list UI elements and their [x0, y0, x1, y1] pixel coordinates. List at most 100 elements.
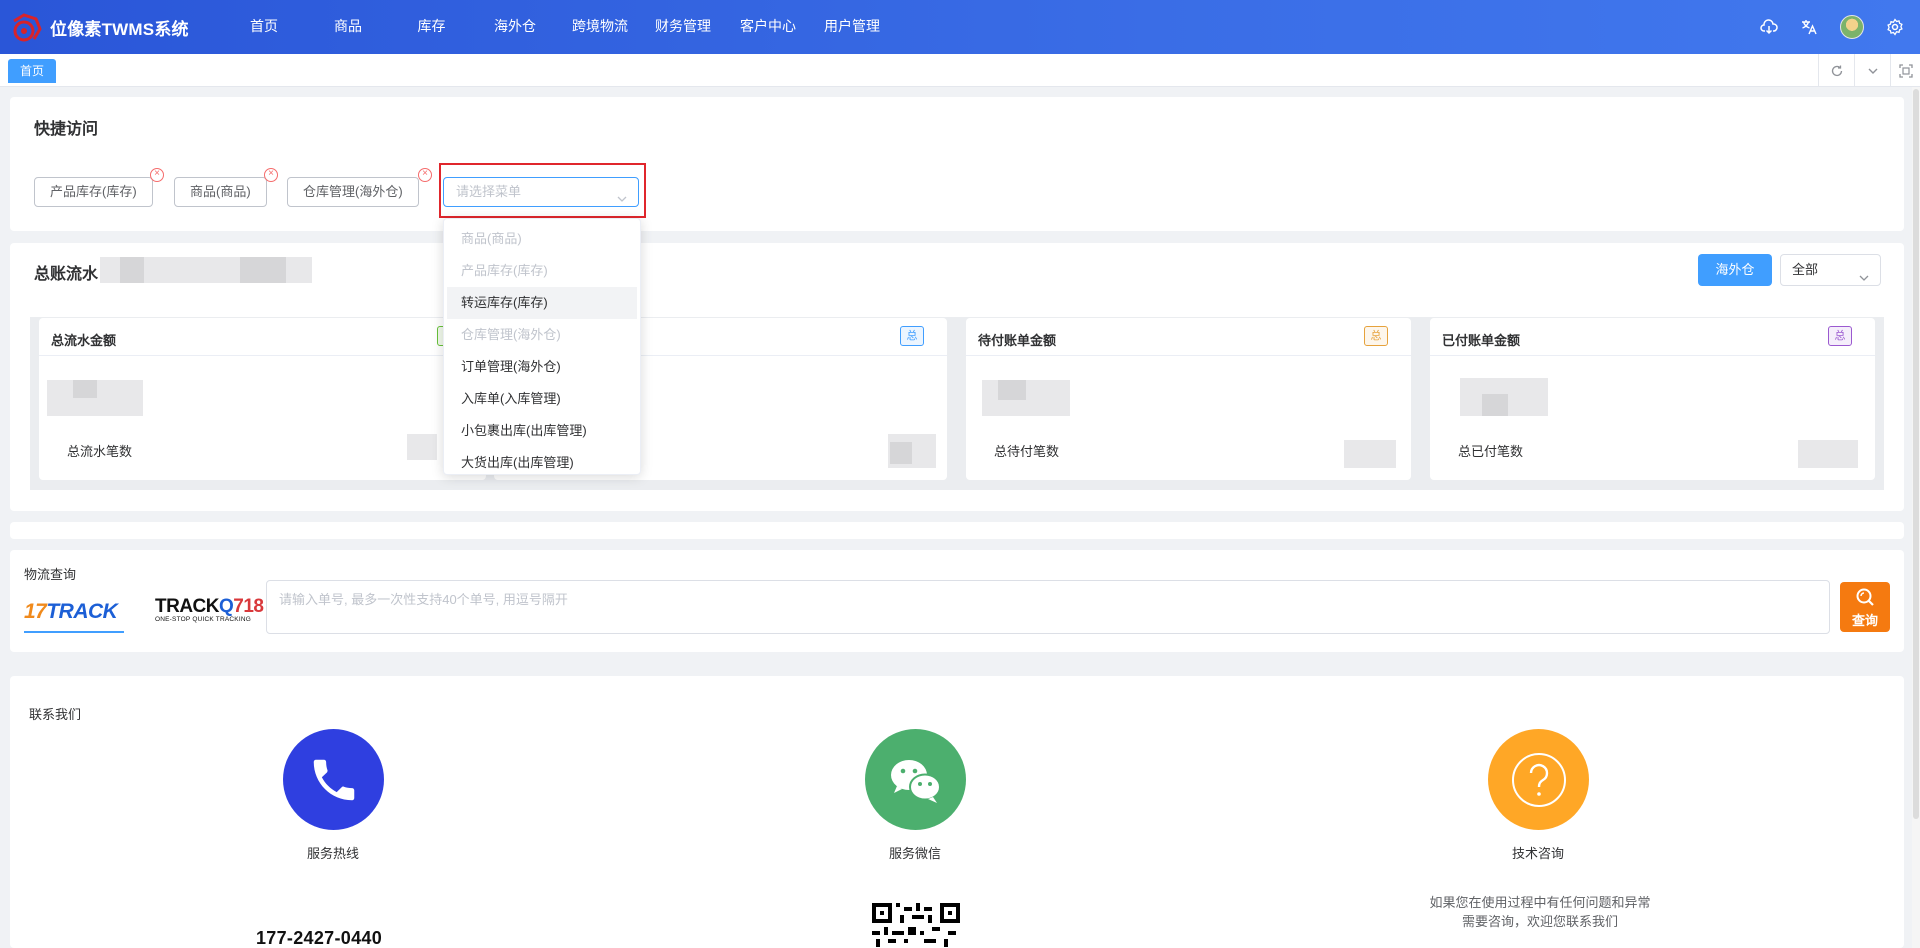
dropdown-option[interactable]: 转运库存(库存) [447, 287, 637, 319]
top-header: 位像素TWMS系统 首页 商品 库存 海外仓 跨境物流 财务管理 客户中心 用户… [0, 0, 1920, 54]
app-logo[interactable]: 位像素TWMS系统 [0, 11, 225, 43]
nav-finance[interactable]: 财务管理 [640, 0, 726, 54]
app-title: 位像素TWMS系统 [50, 19, 189, 39]
dropdown-option: 仓库管理(海外仓) [461, 327, 561, 342]
help-icon [1488, 729, 1589, 830]
redacted-value [1798, 440, 1858, 468]
tab-tools [1818, 54, 1920, 87]
wechat-qr-code [872, 903, 960, 948]
quick-tag-goods[interactable]: 商品(商品) [174, 177, 267, 207]
stat-title: 总流水金额 [51, 333, 117, 348]
tech-support-text-line: 如果您在使用过程中有任何问题和异常 [1429, 895, 1651, 910]
dropdown-option[interactable]: 大货出库(出库管理) [447, 447, 637, 479]
tab-home[interactable]: 首页 [8, 59, 57, 83]
stat-title: 待付账单金额 [978, 333, 1057, 348]
status-badge: 总 [1828, 326, 1852, 346]
logo-icon [13, 13, 42, 42]
menu-dropdown: 商品(商品) 产品库存(库存) 转运库存(库存) 仓库管理(海外仓) 订单管理(… [443, 218, 641, 475]
nav-inventory[interactable]: 库存 [393, 0, 470, 54]
nav-goods[interactable]: 商品 [303, 0, 393, 54]
scrollbar[interactable] [1912, 87, 1920, 948]
nav-user-management[interactable]: 用户管理 [810, 0, 894, 54]
main-nav: 首页 商品 库存 海外仓 跨境物流 财务管理 客户中心 用户管理 [225, 0, 894, 54]
redacted-value [998, 380, 1026, 400]
tracking-input-placeholder: 请输入单号, 最多一次性支持40个单号, 用逗号隔开 [279, 592, 568, 607]
stat-card-pending: 待付账单金额 总 总待付笔数 [966, 318, 1411, 480]
divider [39, 355, 486, 356]
status-badge: 总 [900, 326, 924, 346]
stat-card-paid: 已付账单金额 总 总已付笔数 [1430, 318, 1875, 480]
redacted-value [1482, 394, 1508, 416]
dropdown-option[interactable]: 订单管理(海外仓) [447, 351, 637, 383]
dropdown-option[interactable]: 入库单(入库管理) [447, 383, 637, 415]
stat-title: 已付账单金额 [1442, 333, 1521, 348]
logistics-title: 物流查询 [24, 567, 77, 582]
scrollbar-thumb[interactable] [1913, 89, 1919, 819]
divider [1430, 355, 1875, 356]
refresh-icon[interactable] [1818, 54, 1854, 87]
stat-sub-label: 总流水笔数 [67, 444, 133, 459]
chevron-down-icon [1858, 265, 1870, 295]
provider-17track-label: TRACK [46, 600, 118, 623]
gear-icon[interactable] [1886, 18, 1904, 36]
contact-title: 联系我们 [29, 707, 82, 722]
provider-track718[interactable]: TRACKQ718 ONE-STOP QUICK TRACKING [155, 596, 264, 623]
quick-access-title: 快捷访问 [34, 121, 99, 138]
stat-sub-label: 总已付笔数 [1458, 444, 1524, 459]
tech-support-text: 如果您在使用过程中有任何问题和异常 需要咨询，欢迎您联系我们 [1410, 893, 1670, 931]
nav-customer-center[interactable]: 客户中心 [726, 0, 810, 54]
stat-sub-label: 总待付笔数 [994, 444, 1060, 459]
provider-17track[interactable]: 17TRACK [24, 600, 118, 624]
search-button-label: 查询 [1851, 613, 1878, 628]
cloud-download-icon[interactable] [1760, 18, 1778, 36]
tracking-number-input[interactable]: 请输入单号, 最多一次性支持40个单号, 用逗号隔开 [266, 580, 1830, 634]
redacted-value [407, 434, 437, 460]
hotline-label: 服务热线 [306, 846, 359, 861]
quick-tag-product-inventory[interactable]: 产品库存(库存) [34, 177, 153, 207]
scope-select[interactable]: 全部 [1780, 254, 1881, 286]
nav-overseas-warehouse[interactable]: 海外仓 [470, 0, 560, 54]
overseas-filter-button[interactable]: 海外仓 [1698, 254, 1772, 286]
provider-track718-sub: ONE-STOP QUICK TRACKING [155, 616, 251, 623]
redacted-value [1344, 440, 1396, 468]
fullscreen-icon[interactable] [1890, 54, 1920, 87]
active-provider-underline [24, 631, 124, 633]
divider [966, 355, 1411, 356]
search-icon [1856, 588, 1874, 606]
redacted-block [120, 257, 144, 283]
dropdown-option: 商品(商品) [461, 231, 522, 246]
redacted-block [240, 257, 286, 283]
wechat-icon [865, 729, 966, 830]
close-icon[interactable]: × [418, 168, 432, 182]
tab-bar: 首页 [0, 54, 1920, 87]
header-tools [1760, 0, 1904, 54]
redacted-value [890, 442, 912, 464]
scope-select-value: 全部 [1792, 262, 1819, 277]
close-icon[interactable]: × [264, 168, 278, 182]
redacted-value [982, 380, 1070, 416]
quick-access-card: 快捷访问 [10, 97, 1904, 231]
dropdown-option[interactable]: 小包裹出库(出库管理) [447, 415, 637, 447]
tech-support-label: 技术咨询 [1511, 846, 1564, 861]
status-badge: 总 [1364, 326, 1388, 346]
ledger-title: 总账流水 [34, 266, 99, 283]
nav-home[interactable]: 首页 [225, 0, 303, 54]
avatar[interactable] [1840, 15, 1864, 39]
quick-tag-warehouse-management[interactable]: 仓库管理(海外仓) [287, 177, 419, 207]
tech-support-text-line: 需要咨询，欢迎您联系我们 [1461, 914, 1618, 929]
translate-icon[interactable] [1800, 18, 1818, 36]
tracking-search-button[interactable]: 查询 [1840, 582, 1890, 632]
chevron-down-icon [616, 187, 628, 215]
nav-cross-border-logistics[interactable]: 跨境物流 [560, 0, 640, 54]
dropdown-option: 产品库存(库存) [461, 263, 548, 278]
phone-icon [283, 729, 384, 830]
close-icon[interactable]: × [150, 168, 164, 182]
stat-card-total: 总流水金额 总流水笔数 [39, 318, 486, 480]
menu-select[interactable]: 请选择菜单 [443, 177, 639, 207]
spacer-card [10, 522, 1904, 539]
chevron-down-icon[interactable] [1854, 54, 1890, 87]
menu-select-placeholder: 请选择菜单 [456, 184, 522, 199]
wechat-label: 服务微信 [888, 846, 941, 861]
hotline-number: 177-2427-0440 [256, 928, 383, 948]
redacted-value [73, 380, 97, 398]
